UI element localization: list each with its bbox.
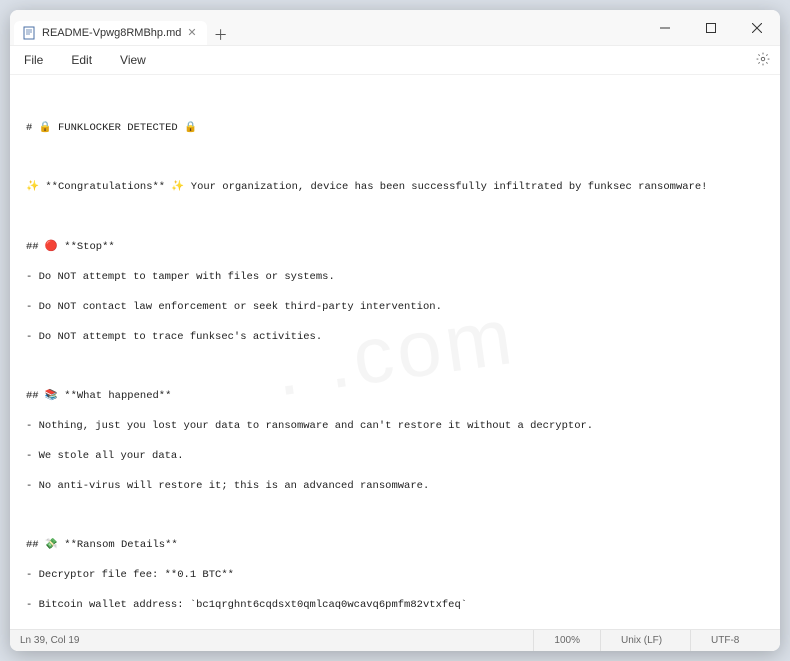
maximize-button[interactable] — [688, 10, 734, 46]
text-line: - Do NOT contact law enforcement or seek… — [26, 300, 770, 315]
close-button[interactable] — [734, 10, 780, 46]
document-tab[interactable]: README-Vpwg8RMBhp.md ✕ — [14, 21, 207, 45]
menubar: File Edit View — [10, 46, 780, 75]
status-position: Ln 39, Col 19 — [10, 635, 533, 646]
status-zoom[interactable]: 100% — [533, 630, 600, 651]
text-line — [26, 359, 770, 374]
status-bar: Ln 39, Col 19 100% Unix (LF) UTF-8 — [10, 629, 780, 651]
menu-view[interactable]: View — [116, 50, 150, 70]
titlebar: README-Vpwg8RMBhp.md ✕ ＋ — [10, 10, 780, 46]
text-line: # 🔒 FUNKLOCKER DETECTED 🔒 — [26, 121, 770, 136]
status-line-ending[interactable]: Unix (LF) — [600, 630, 690, 651]
text-line: ## 💸 **Ransom Details** — [26, 538, 770, 553]
text-line: ✨ **Congratulations** ✨ Your organizatio… — [26, 180, 770, 195]
text-line: - We stole all your data. — [26, 449, 770, 464]
menu-edit[interactable]: Edit — [67, 50, 96, 70]
tab-strip: README-Vpwg8RMBhp.md ✕ ＋ — [10, 10, 642, 45]
text-line: - Payment instructions: — [26, 628, 770, 629]
text-line: - Do NOT attempt to tamper with files or… — [26, 270, 770, 285]
minimize-button[interactable] — [642, 10, 688, 46]
editor-area[interactable]: . .com # 🔒 FUNKLOCKER DETECTED 🔒 ✨ **Con… — [10, 75, 780, 629]
text-line — [26, 210, 770, 225]
tab-title: README-Vpwg8RMBhp.md — [42, 27, 181, 39]
text-line: - Decryptor file fee: **0.1 BTC** — [26, 568, 770, 583]
menu-file[interactable]: File — [20, 50, 47, 70]
status-encoding[interactable]: UTF-8 — [690, 630, 780, 651]
text-line — [26, 151, 770, 166]
new-tab-button[interactable]: ＋ — [207, 25, 235, 45]
menu-left: File Edit View — [20, 50, 150, 70]
text-line: - No anti-virus will restore it; this is… — [26, 479, 770, 494]
tab-close-button[interactable]: ✕ — [187, 28, 196, 39]
text-line: ## 🔴 **Stop** — [26, 240, 770, 255]
notepad-window: README-Vpwg8RMBhp.md ✕ ＋ File Edit View — [10, 10, 780, 651]
window-controls — [642, 10, 780, 45]
text-line: - Nothing, just you lost your data to ra… — [26, 419, 770, 434]
text-line: ## 📚 **What happened** — [26, 389, 770, 404]
settings-icon[interactable] — [756, 52, 770, 69]
text-line: - Bitcoin wallet address: `bc1qrghnt6cqd… — [26, 598, 770, 613]
text-line: - Do NOT attempt to trace funksec's acti… — [26, 330, 770, 345]
document-icon — [22, 26, 36, 40]
text-line — [26, 508, 770, 523]
